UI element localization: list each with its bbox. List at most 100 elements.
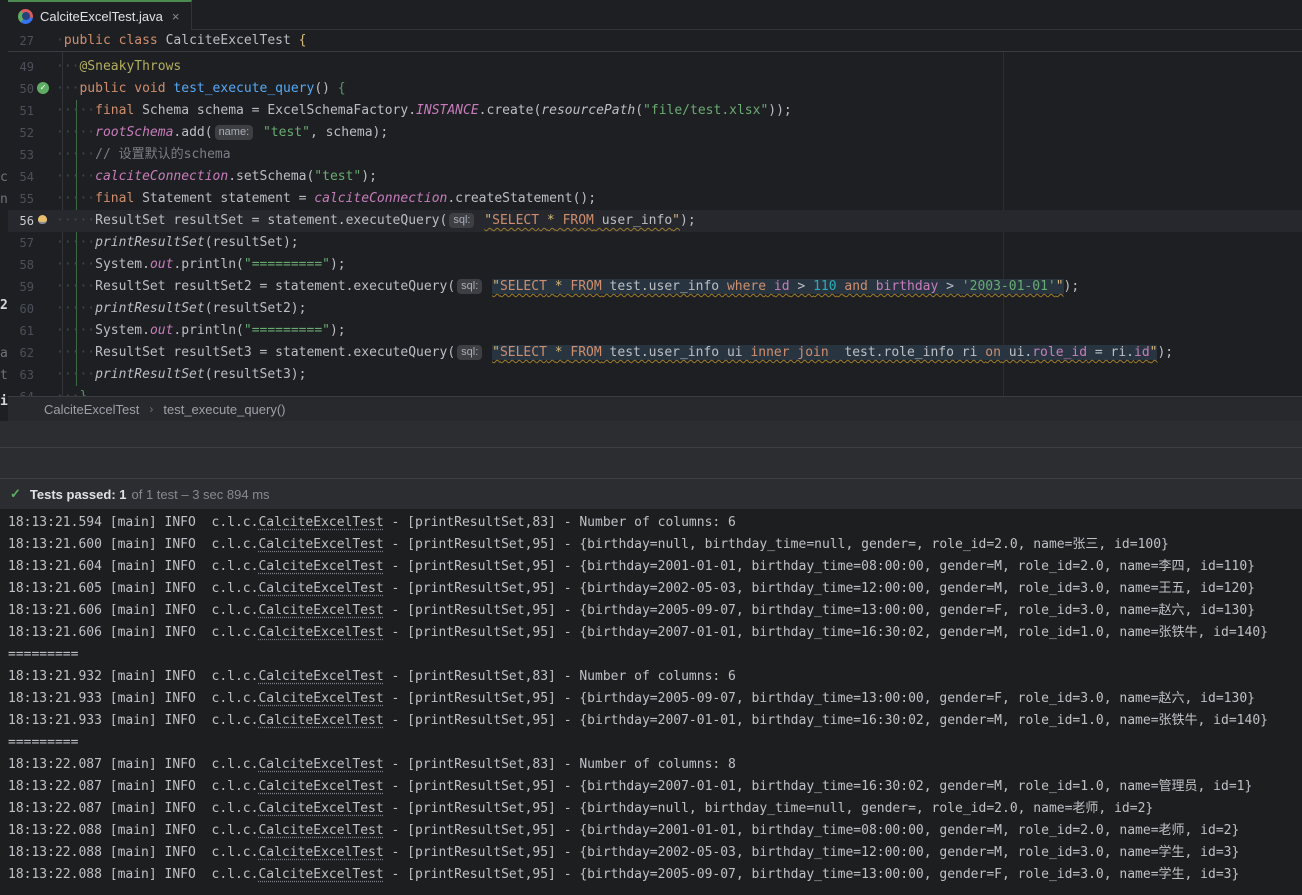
code-line-58[interactable]: 58 ·····System.out.println("========="); — [8, 254, 1302, 276]
code-line-53[interactable]: 53 ·····// 设置默认的schema — [8, 144, 1302, 166]
code-text: ·····ResultSet resultSet3 = statement.ex… — [54, 342, 1302, 364]
tab-title: CalciteExcelTest.java — [40, 9, 163, 24]
ide-window: cn(2att.in CalciteExcelTest.java × 27·pu… — [0, 0, 1302, 895]
code-text: ·····rootSchema.add(name: "test", schema… — [54, 122, 1302, 144]
console-class-link[interactable]: CalciteExcelTest — [258, 581, 383, 596]
gutter-slot — [34, 166, 54, 188]
gutter-slot — [34, 188, 54, 210]
gutter-slot — [34, 122, 54, 144]
console-log-line: 18:13:22.088 [main] INFO c.l.c.CalciteEx… — [0, 820, 1302, 842]
console-class-link[interactable]: CalciteExcelTest — [258, 625, 383, 640]
breadcrumb-class[interactable]: CalciteExcelTest — [44, 402, 139, 417]
line-number: 59 — [8, 276, 34, 298]
breadcrumb-method[interactable]: test_execute_query() — [163, 402, 285, 417]
line-number: 57 — [8, 232, 34, 254]
gutter-slot — [34, 298, 54, 320]
console-class-link[interactable]: CalciteExcelTest — [258, 779, 383, 794]
console-class-link[interactable]: CalciteExcelTest — [258, 845, 383, 860]
line-number: 49 — [8, 56, 34, 78]
test-passed-gutter-icon[interactable]: ✓ — [37, 82, 49, 94]
test-status-detail: of 1 test – 3 sec 894 ms — [132, 487, 270, 502]
code-line-50[interactable]: 50✓ ···public void test_execute_query() { — [8, 78, 1302, 100]
console-class-link[interactable]: CalciteExcelTest — [258, 713, 383, 728]
code-line-54[interactable]: 54·····calciteConnection.setSchema("test… — [8, 166, 1302, 188]
gutter-slot — [34, 210, 54, 232]
code-line-52[interactable]: 52·····rootSchema.add(name: "test", sche… — [8, 122, 1302, 144]
console-class-link[interactable]: CalciteExcelTest — [258, 603, 383, 618]
background-window-text-fragment: at — [0, 346, 8, 361]
line-number: 50 — [8, 78, 34, 100]
line-number: 58 — [8, 254, 34, 276]
code-line-55[interactable]: 55 ·····final Statement statement = calci… — [8, 188, 1302, 210]
console-class-link[interactable]: CalciteExcelTest — [258, 669, 383, 684]
code-line-64[interactable]: 64···} — [8, 386, 1302, 396]
console-separator-line: ========= — [0, 732, 1302, 754]
code-line-59[interactable]: 59·····ResultSet resultSet2 = statement.… — [8, 276, 1302, 298]
tab-calciteexceltest[interactable]: CalciteExcelTest.java × — [8, 0, 192, 30]
console-class-link[interactable]: CalciteExcelTest — [258, 559, 383, 574]
code-text: ·····final Statement statement = calcite… — [54, 188, 1302, 210]
console-class-link[interactable]: CalciteExcelTest — [258, 801, 383, 816]
lightbulb-icon[interactable] — [38, 215, 47, 224]
sticky-line-27: 27 ·public class CalciteExcelTest { — [8, 30, 1302, 52]
background-window-text-fragment: t. — [0, 368, 8, 383]
code-line-63[interactable]: 63·····printResultSet(resultSet3); — [8, 364, 1302, 386]
background-window-text-fragment: 2 — [0, 298, 8, 313]
code-line-27[interactable]: 27 ·public class CalciteExcelTest { — [8, 30, 1302, 52]
tab-close-icon[interactable]: × — [172, 10, 180, 23]
console-class-link[interactable]: CalciteExcelTest — [258, 691, 383, 706]
code-text: ·····// 设置默认的schema — [54, 144, 1302, 166]
code-text: ·public class CalciteExcelTest { — [54, 30, 1302, 52]
line-number: 27 — [8, 30, 34, 52]
code-text: ·····printResultSet(resultSet); — [54, 232, 1302, 254]
code-line-62[interactable]: 62 ·····ResultSet resultSet3 = statement.… — [8, 342, 1302, 364]
code-text: ·····printResultSet(resultSet3); — [54, 364, 1302, 386]
console-class-link[interactable]: CalciteExcelTest — [258, 537, 383, 552]
code-line-60[interactable]: 60·····printResultSet(resultSet2); — [8, 298, 1302, 320]
run-toolbar-band-2 — [0, 448, 1302, 479]
code-line-57[interactable]: 57 ·····printResultSet(resultSet); — [8, 232, 1302, 254]
background-window-text-fragment: c — [0, 170, 8, 185]
code-line-49[interactable]: 49 ···@SneakyThrows — [8, 56, 1302, 78]
line-number: 56 — [8, 210, 34, 232]
line-number: 62 — [8, 342, 34, 364]
code-line-61[interactable]: 61·····System.out.println("========="); — [8, 320, 1302, 342]
console-log-line: 18:13:22.087 [main] INFO c.l.c.CalciteEx… — [0, 798, 1302, 820]
code-line-56[interactable]: 56 ·····ResultSet resultSet = statement.e… — [8, 210, 1302, 232]
console-class-link[interactable]: CalciteExcelTest — [258, 823, 383, 838]
console-log-line: 18:13:21.932 [main] INFO c.l.c.CalciteEx… — [0, 666, 1302, 688]
code-text: ·····ResultSet resultSet = statement.exe… — [54, 210, 1302, 232]
run-console[interactable]: 18:13:21.594 [main] INFO c.l.c.CalciteEx… — [0, 509, 1302, 895]
gutter-slot — [34, 56, 54, 78]
code-text: ·····System.out.println("========="); — [54, 254, 1302, 276]
gutter-slot — [34, 342, 54, 364]
line-number: 61 — [8, 320, 34, 342]
code-line-51[interactable]: 51·····final Schema schema = ExcelSchema… — [8, 100, 1302, 122]
test-status-summary: Tests passed: 1 — [30, 487, 127, 502]
console-log-line: 18:13:22.088 [main] INFO c.l.c.CalciteEx… — [0, 864, 1302, 886]
inline-hint-chip: name: — [215, 125, 254, 140]
gutter-slot — [34, 320, 54, 342]
gutter-slot — [34, 30, 54, 52]
inline-hint-chip: sql: — [457, 345, 482, 360]
gutter-slot — [34, 364, 54, 386]
background-window-text-fragment: in — [0, 394, 8, 409]
line-number: 55 — [8, 188, 34, 210]
console-class-link[interactable]: CalciteExcelTest — [258, 757, 383, 772]
console-class-link[interactable]: CalciteExcelTest — [258, 515, 383, 530]
console-log-line: 18:13:21.933 [main] INFO c.l.c.CalciteEx… — [0, 710, 1302, 732]
code-editor[interactable]: 49 ···@SneakyThrows 50✓ ···public void test… — [8, 52, 1302, 396]
line-number: 53 — [8, 144, 34, 166]
breadcrumb: CalciteExcelTest › test_execute_query() — [8, 396, 1302, 421]
line-number: 54 — [8, 166, 34, 188]
console-log-line: 18:13:22.088 [main] INFO c.l.c.CalciteEx… — [0, 842, 1302, 864]
console-log-line: 18:13:21.604 [main] INFO c.l.c.CalciteEx… — [0, 556, 1302, 578]
code-text: ·····final Schema schema = ExcelSchemaFa… — [54, 100, 1302, 122]
console-log-line: 18:13:22.087 [main] INFO c.l.c.CalciteEx… — [0, 776, 1302, 798]
line-number: 60 — [8, 298, 34, 320]
code-text: ···public void test_execute_query() { — [54, 78, 1302, 100]
console-class-link[interactable]: CalciteExcelTest — [258, 867, 383, 882]
code-text: ···@SneakyThrows — [54, 56, 1302, 78]
console-log-line: 18:13:21.605 [main] INFO c.l.c.CalciteEx… — [0, 578, 1302, 600]
console-log-line: 18:13:21.594 [main] INFO c.l.c.CalciteEx… — [0, 512, 1302, 534]
